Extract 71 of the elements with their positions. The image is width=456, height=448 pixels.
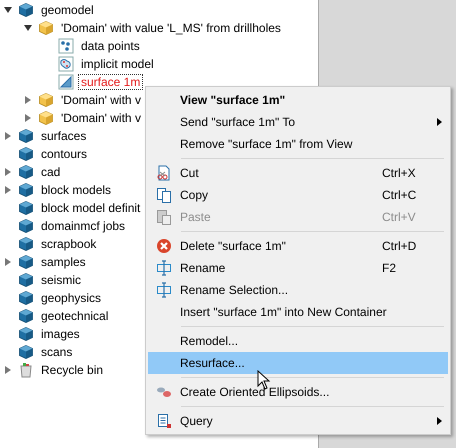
cube-icon [18, 200, 34, 216]
menu-item[interactable]: Remodel... [148, 330, 448, 352]
tree-item[interactable]: 'Domain' with v [58, 92, 144, 108]
menu-item[interactable]: Send "surface 1m" To [148, 111, 448, 133]
cube-icon [18, 254, 34, 270]
cube-icon [18, 344, 34, 360]
tree-item[interactable]: geophysics [38, 290, 104, 306]
cube-icon [38, 110, 54, 126]
bin-icon [18, 362, 34, 378]
menu-item[interactable]: Rename Selection... [148, 279, 448, 301]
cube-icon [18, 128, 34, 144]
triangle-icon [58, 74, 74, 90]
tree-item[interactable]: surface 1m [78, 74, 144, 90]
points-icon [58, 38, 74, 54]
copy-icon [156, 187, 172, 203]
tree-item[interactable]: scrapbook [38, 236, 100, 252]
expand-arrow-icon[interactable] [3, 185, 13, 195]
tree-item[interactable]: cad [38, 164, 64, 180]
tree-item[interactable]: geomodel [38, 2, 97, 18]
tree-item[interactable]: images [38, 326, 83, 342]
tree-item[interactable]: samples [38, 254, 89, 270]
tree-item[interactable]: scans [38, 344, 76, 360]
cube-icon [18, 272, 34, 288]
cube-icon [18, 182, 34, 198]
tree-item[interactable]: 'Domain' with v [58, 110, 144, 126]
tree-item[interactable]: block models [38, 182, 114, 198]
rename-icon [156, 260, 172, 276]
expand-arrow-icon[interactable] [3, 131, 13, 141]
expand-arrow-icon[interactable] [23, 95, 33, 105]
blob-icon [58, 56, 74, 72]
tree-item[interactable]: domainmcf jobs [38, 218, 128, 234]
cube-icon [18, 146, 34, 162]
document-icon [156, 413, 172, 429]
menu-item[interactable]: Delete "surface 1m" Ctrl+D [148, 235, 448, 257]
menu-item[interactable]: Cut Ctrl+X [148, 162, 448, 184]
menu-item[interactable]: Resurface... [148, 352, 448, 374]
menu-item[interactable]: Rename F2 [148, 257, 448, 279]
expand-arrow-icon[interactable] [3, 365, 13, 375]
cube-icon [18, 218, 34, 234]
menu-item[interactable]: Remove "surface 1m" from View [148, 133, 448, 155]
tree-item[interactable]: Recycle bin [38, 362, 106, 378]
delete-icon [156, 238, 172, 254]
cube-icon [38, 92, 54, 108]
cube-icon [18, 236, 34, 252]
menu-item[interactable]: Create Oriented Ellipsoids... [148, 381, 448, 403]
tree-item[interactable]: seismic [38, 272, 84, 288]
menu-item[interactable]: Query [148, 410, 448, 432]
collapse-arrow-icon[interactable] [23, 23, 33, 33]
tree-item[interactable]: geotechnical [38, 308, 112, 324]
tree-item[interactable]: contours [38, 146, 90, 162]
expand-arrow-icon[interactable] [3, 167, 13, 177]
tree-item[interactable]: surfaces [38, 128, 90, 144]
cube-icon [18, 2, 34, 18]
scissors-icon [156, 165, 172, 181]
menu-item[interactable]: Copy Ctrl+C [148, 184, 448, 206]
paste-icon [156, 209, 172, 225]
menu-item[interactable]: View "surface 1m" [148, 89, 448, 111]
cube-icon [18, 290, 34, 306]
expand-arrow-icon[interactable] [23, 113, 33, 123]
tree-item[interactable]: implicit model [78, 56, 157, 72]
tree-item[interactable]: data points [78, 38, 143, 54]
cube-icon [18, 164, 34, 180]
expand-arrow-icon[interactable] [3, 257, 13, 267]
cube-icon [38, 20, 54, 36]
rename-icon [156, 282, 172, 298]
tree-item[interactable]: block model definit [38, 200, 144, 216]
cube-icon [18, 326, 34, 342]
menu-item[interactable]: Insert "surface 1m" into New Container [148, 301, 448, 323]
cube-icon [18, 308, 34, 324]
tree-item[interactable]: 'Domain' with value 'L_MS' from drillholes [58, 20, 284, 36]
collapse-arrow-icon[interactable] [3, 5, 13, 15]
